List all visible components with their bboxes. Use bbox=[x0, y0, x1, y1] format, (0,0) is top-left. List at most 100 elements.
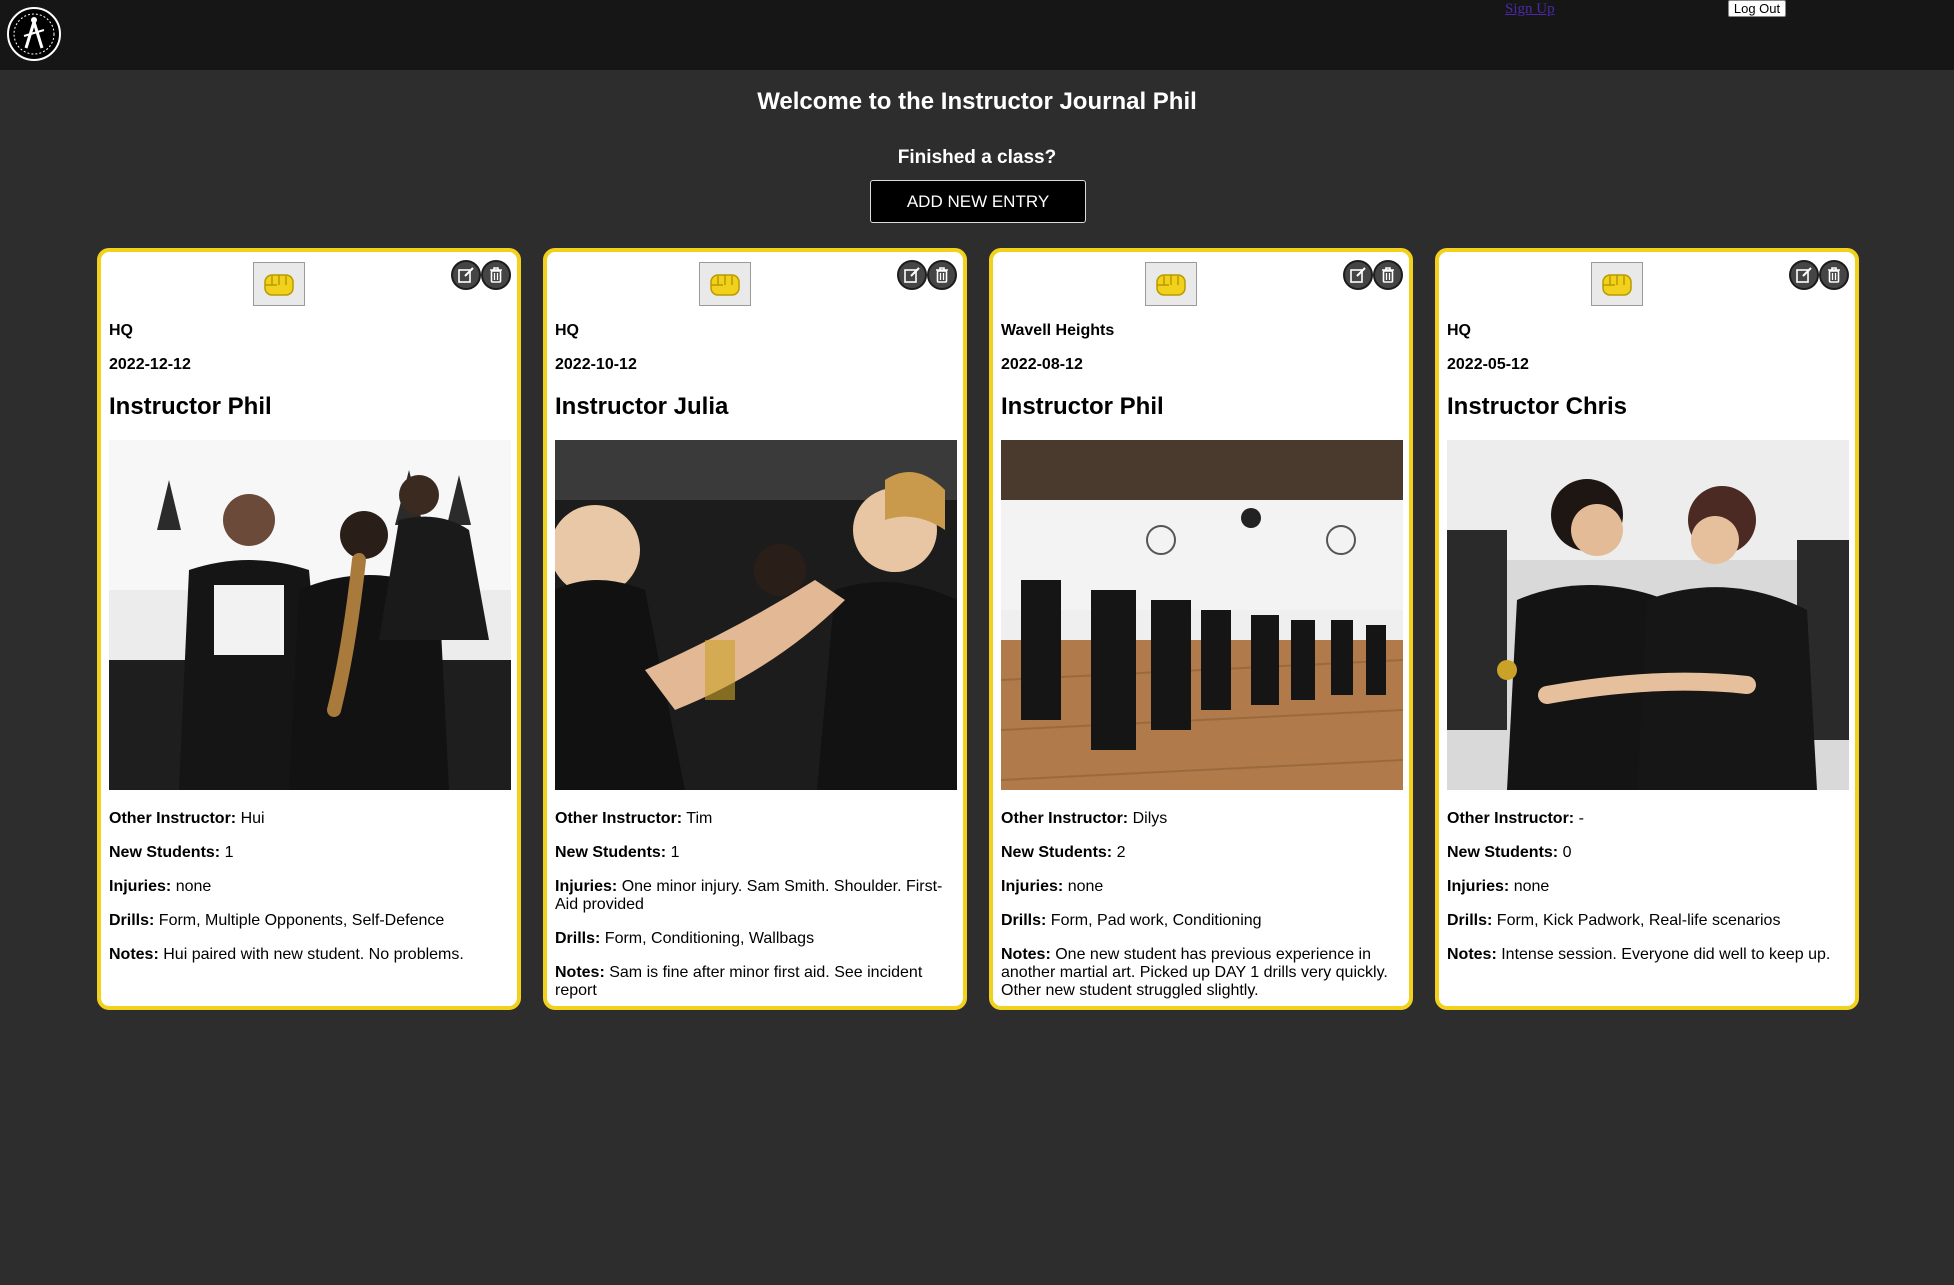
trash-icon[interactable] bbox=[1373, 260, 1403, 290]
log-out-button[interactable]: Log Out bbox=[1728, 0, 1786, 17]
school-logo-icon[interactable] bbox=[6, 6, 62, 62]
class-photo bbox=[109, 440, 511, 790]
other-instructor-value: Dilys bbox=[1132, 810, 1168, 827]
injuries-row: Injuries: none bbox=[1001, 878, 1405, 896]
finished-class-prompt: Finished a class? bbox=[897, 147, 1057, 168]
journal-entry-card: HQ 2022-05-12 Instructor Chris Other Ins… bbox=[1435, 248, 1859, 1010]
drills-label: Drills: bbox=[555, 930, 601, 947]
class-photo bbox=[1001, 440, 1403, 790]
injuries-row: Injuries: One minor injury. Sam Smith. S… bbox=[555, 878, 959, 914]
other-instructor-label: Other Instructor: bbox=[109, 810, 237, 827]
sign-up-link[interactable]: Sign Up bbox=[1505, 1, 1555, 18]
drills-row: Drills: Form, Kick Padwork, Real-life sc… bbox=[1447, 912, 1851, 930]
other-instructor-label: Other Instructor: bbox=[555, 810, 683, 827]
new-students-label: New Students: bbox=[1001, 844, 1113, 861]
new-students-label: New Students: bbox=[1447, 844, 1559, 861]
drills-label: Drills: bbox=[1447, 912, 1493, 929]
entry-date: 2022-05-12 bbox=[1447, 356, 1529, 373]
new-students-value: 2 bbox=[1116, 844, 1126, 861]
entry-details: Other Instructor: Hui New Students: 1 In… bbox=[109, 810, 513, 980]
injuries-row: Injuries: none bbox=[109, 878, 513, 896]
injuries-value: none bbox=[1067, 878, 1104, 895]
entry-details: Other Instructor: Dilys New Students: 2 … bbox=[1001, 810, 1405, 1016]
journal-entry-card: HQ 2022-12-12 Instructor Phil Other Inst… bbox=[97, 248, 521, 1010]
new-students-value: 1 bbox=[224, 844, 234, 861]
entry-details: Other Instructor: Tim New Students: 1 In… bbox=[555, 810, 959, 1016]
injuries-row: Injuries: none bbox=[1447, 878, 1851, 896]
edit-icon[interactable] bbox=[897, 260, 927, 290]
drills-value: Form, Conditioning, Wallbags bbox=[604, 930, 815, 947]
entry-location: HQ bbox=[555, 322, 579, 339]
entry-instructor: Instructor Julia bbox=[555, 393, 729, 420]
new-students-label: New Students: bbox=[555, 844, 667, 861]
notes-row: Notes: Hui paired with new student. No p… bbox=[109, 946, 513, 964]
new-students-row: New Students: 1 bbox=[109, 844, 513, 862]
injuries-value: none bbox=[1513, 878, 1550, 895]
add-new-entry-button[interactable]: ADD NEW ENTRY bbox=[870, 180, 1086, 223]
trash-icon[interactable] bbox=[481, 260, 511, 290]
fist-icon[interactable] bbox=[699, 262, 751, 306]
new-students-label: New Students: bbox=[109, 844, 221, 861]
other-instructor-row: Other Instructor: Tim bbox=[555, 810, 959, 828]
fist-icon[interactable] bbox=[253, 262, 305, 306]
entry-location: HQ bbox=[1447, 322, 1471, 339]
class-photo bbox=[555, 440, 957, 790]
entry-date: 2022-10-12 bbox=[555, 356, 637, 373]
other-instructor-value: Tim bbox=[686, 810, 713, 827]
drills-value: Form, Multiple Opponents, Self-Defence bbox=[158, 912, 445, 929]
notes-label: Notes: bbox=[1447, 946, 1497, 963]
new-students-value: 1 bbox=[670, 844, 680, 861]
notes-label: Notes: bbox=[109, 946, 159, 963]
trash-icon[interactable] bbox=[1819, 260, 1849, 290]
page-title: Welcome to the Instructor Journal Phil bbox=[757, 88, 1197, 115]
notes-label: Notes: bbox=[1001, 946, 1051, 963]
drills-label: Drills: bbox=[1001, 912, 1047, 929]
edit-icon[interactable] bbox=[1789, 260, 1819, 290]
drills-value: Form, Pad work, Conditioning bbox=[1050, 912, 1262, 929]
entry-instructor: Instructor Chris bbox=[1447, 393, 1628, 420]
edit-icon[interactable] bbox=[451, 260, 481, 290]
top-navbar: Sign Up Log Out bbox=[0, 0, 1954, 70]
entry-details: Other Instructor: - New Students: 0 Inju… bbox=[1447, 810, 1851, 980]
journal-entry-card: Wavell Heights 2022-08-12 Instructor Phi… bbox=[989, 248, 1413, 1010]
entry-instructor: Instructor Phil bbox=[109, 393, 272, 420]
drills-row: Drills: Form, Conditioning, Wallbags bbox=[555, 930, 959, 948]
other-instructor-row: Other Instructor: Hui bbox=[109, 810, 513, 828]
entry-date: 2022-08-12 bbox=[1001, 356, 1083, 373]
new-students-row: New Students: 2 bbox=[1001, 844, 1405, 862]
trash-icon[interactable] bbox=[927, 260, 957, 290]
fist-icon[interactable] bbox=[1591, 262, 1643, 306]
other-instructor-label: Other Instructor: bbox=[1447, 810, 1575, 827]
notes-label: Notes: bbox=[555, 964, 605, 981]
notes-value: One new student has previous experience … bbox=[1001, 946, 1388, 999]
injuries-label: Injuries: bbox=[1001, 878, 1064, 895]
other-instructor-row: Other Instructor: Dilys bbox=[1001, 810, 1405, 828]
fist-icon[interactable] bbox=[1145, 262, 1197, 306]
new-students-value: 0 bbox=[1562, 844, 1572, 861]
drills-row: Drills: Form, Multiple Opponents, Self-D… bbox=[109, 912, 513, 930]
injuries-value: none bbox=[175, 878, 212, 895]
notes-row: Notes: Intense session. Everyone did wel… bbox=[1447, 946, 1851, 964]
entry-instructor: Instructor Phil bbox=[1001, 393, 1164, 420]
notes-row: Notes: One new student has previous expe… bbox=[1001, 946, 1405, 1000]
drills-row: Drills: Form, Pad work, Conditioning bbox=[1001, 912, 1405, 930]
other-instructor-label: Other Instructor: bbox=[1001, 810, 1129, 827]
notes-value: Intense session. Everyone did well to ke… bbox=[1501, 946, 1831, 963]
edit-icon[interactable] bbox=[1343, 260, 1373, 290]
other-instructor-row: Other Instructor: - bbox=[1447, 810, 1851, 828]
journal-entry-card: HQ 2022-10-12 Instructor Julia Other Ins… bbox=[543, 248, 967, 1010]
injuries-label: Injuries: bbox=[1447, 878, 1510, 895]
other-instructor-value: Hui bbox=[240, 810, 265, 827]
notes-row: Notes: Sam is fine after minor first aid… bbox=[555, 964, 959, 1000]
drills-value: Form, Kick Padwork, Real-life scenarios bbox=[1496, 912, 1781, 929]
notes-value: Hui paired with new student. No problems… bbox=[163, 946, 464, 963]
drills-label: Drills: bbox=[109, 912, 155, 929]
new-students-row: New Students: 1 bbox=[555, 844, 959, 862]
injuries-label: Injuries: bbox=[555, 878, 618, 895]
entry-location: HQ bbox=[109, 322, 133, 339]
new-students-row: New Students: 0 bbox=[1447, 844, 1851, 862]
injuries-label: Injuries: bbox=[109, 878, 172, 895]
notes-value: Sam is fine after minor first aid. See i… bbox=[555, 964, 923, 999]
entry-location: Wavell Heights bbox=[1001, 322, 1115, 339]
class-photo bbox=[1447, 440, 1849, 790]
